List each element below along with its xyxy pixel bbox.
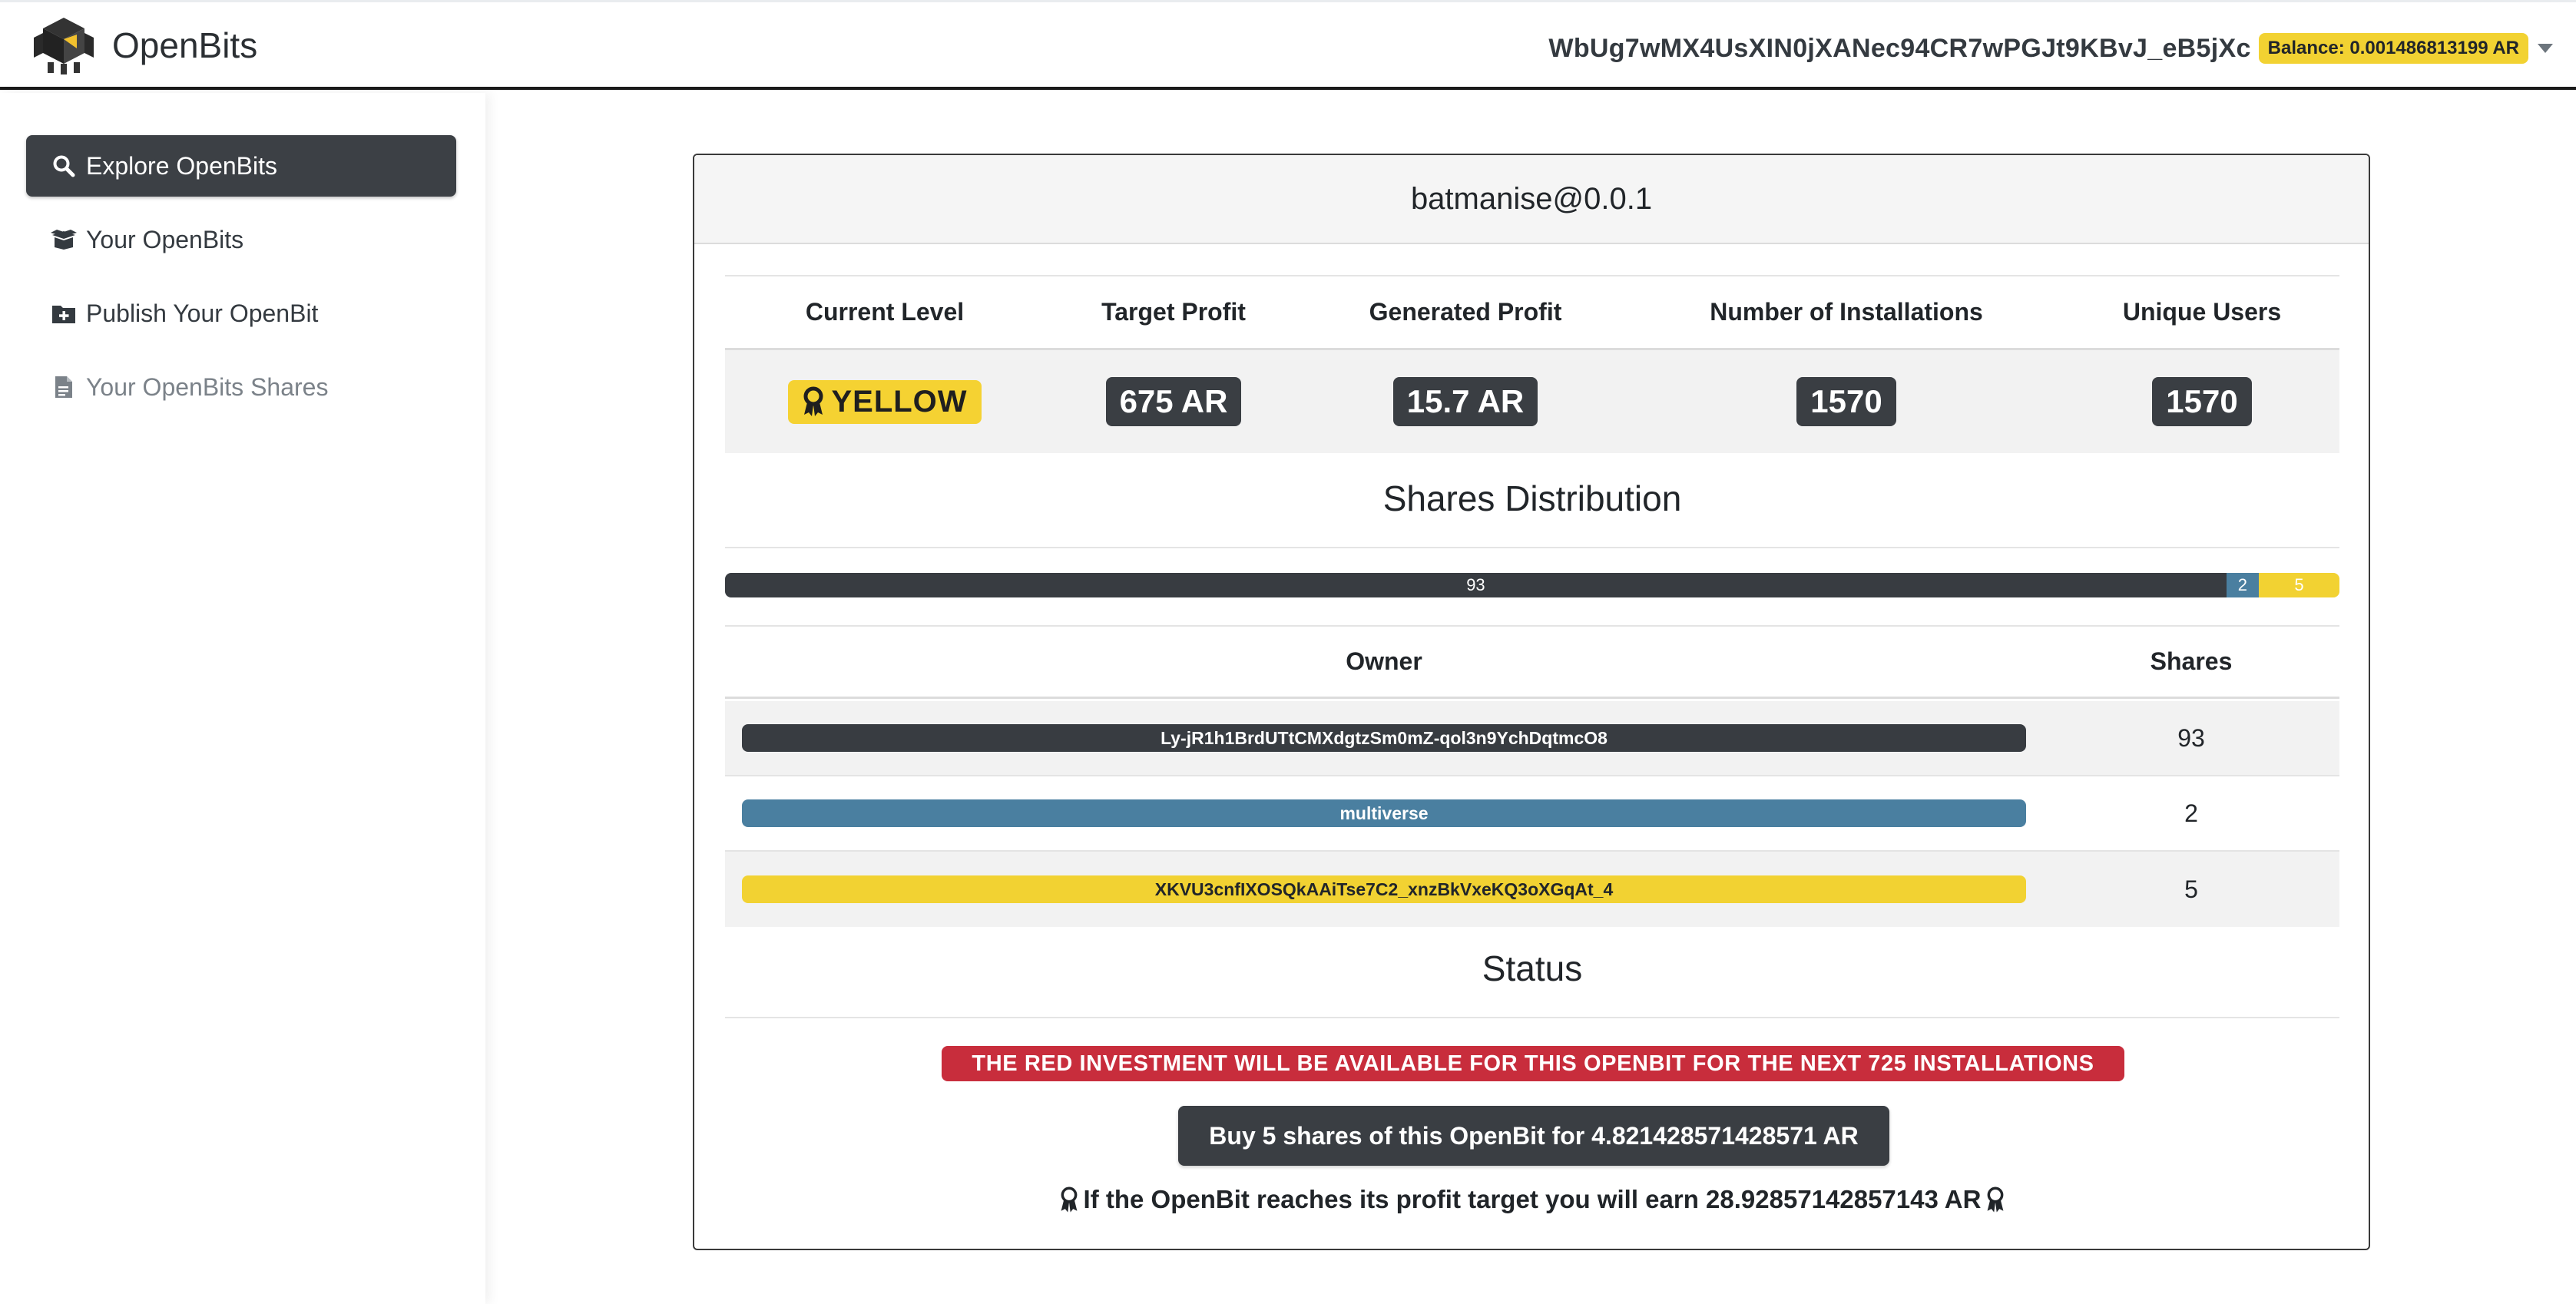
progress-segment-owner-1: 93 — [725, 573, 2227, 597]
file-icon — [51, 374, 77, 400]
owner-badge[interactable]: XKVU3cnfIXOSQkAAiTse7C2_xnzBkVxeKQ3oXGqA… — [742, 875, 2026, 903]
card-title: batmanise@0.0.1 — [694, 155, 2369, 244]
owner-column-header: Owner — [1346, 647, 1422, 675]
stats-header-installations: Number of Installations — [1710, 298, 1983, 326]
chevron-down-icon[interactable] — [2538, 44, 2553, 53]
award-icon — [1061, 1187, 1077, 1213]
openbit-detail-card: batmanise@0.0.1 Current Level Target Pro… — [693, 154, 2370, 1250]
red-investment-alert: THE RED INVESTMENT WILL BE AVAILABLE FOR… — [942, 1046, 2124, 1081]
wallet-address: WbUg7wMX4UsXIN0jXANec94CR7wPGJt9KBvJ_eB5… — [1548, 33, 2251, 63]
sidebar: Explore OpenBits Your OpenBits Publish Y… — [0, 93, 485, 1304]
level-label: YELLOW — [831, 384, 968, 419]
table-row: XKVU3cnfIXOSQkAAiTse7C2_xnzBkVxeKQ3oXGqA… — [725, 852, 2339, 927]
divider — [725, 1017, 2339, 1018]
buy-shares-button[interactable]: Buy 5 shares of this OpenBit for 4.82142… — [1178, 1106, 1889, 1166]
shares-cell: 93 — [2177, 723, 2205, 752]
balance-badge: Balance: 0.001486813199 AR — [2258, 33, 2528, 64]
progress-segment-owner-3: 5 — [2258, 573, 2339, 597]
shares-distribution-title: Shares Distribution — [1382, 478, 1682, 518]
account-menu[interactable]: WbUg7wMX4UsXIN0jXANec94CR7wPGJt9KBvJ_eB5… — [1548, 27, 2553, 70]
award-icon — [803, 386, 823, 416]
generated-profit-badge: 15.7 AR — [1392, 377, 1538, 426]
stats-header-unique-users: Unique Users — [2122, 298, 2282, 326]
sidebar-item-label: Your OpenBits — [86, 225, 244, 253]
search-icon — [51, 153, 77, 179]
box-open-icon — [51, 227, 77, 253]
divider — [725, 547, 2339, 548]
shares-cell: 2 — [2184, 799, 2198, 827]
table-row: multiverse 2 — [725, 776, 2339, 852]
shares-column-header: Shares — [2150, 647, 2233, 675]
sidebar-item-openbits-shares[interactable]: Your OpenBits Shares — [26, 356, 456, 418]
folder-plus-icon — [51, 300, 77, 326]
shares-cell: 5 — [2184, 875, 2198, 903]
openbits-logo-icon — [34, 18, 94, 74]
owner-badge[interactable]: Ly-jR1h1BrdUTtCMXdgtzSm0mZ-qol3n9YchDqtm… — [742, 724, 2026, 752]
status-title: Status — [1482, 948, 1583, 988]
installations-badge: 1570 — [1796, 377, 1896, 426]
top-navbar: OpenBits WbUg7wMX4UsXIN0jXANec94CR7wPGJt… — [0, 2, 2576, 90]
owner-badge[interactable]: multiverse — [742, 799, 2026, 827]
progress-segment-owner-2: 2 — [2226, 573, 2259, 597]
brand[interactable]: OpenBits — [31, 15, 257, 76]
brand-name: OpenBits — [112, 25, 258, 65]
sidebar-item-your-openbits[interactable]: Your OpenBits — [26, 209, 456, 270]
earnings-note: If the OpenBit reaches its profit target… — [725, 1178, 2339, 1221]
sidebar-item-explore-openbits[interactable]: Explore OpenBits — [26, 135, 456, 197]
stats-header-generated-profit: Generated Profit — [1369, 298, 1562, 326]
unique-users-badge: 1570 — [2152, 377, 2252, 426]
stats-header-target-profit: Target Profit — [1101, 298, 1246, 326]
level-badge: YELLOW — [788, 379, 982, 424]
owners-table-header: Owner Shares — [725, 625, 2339, 699]
earnings-text: If the OpenBit reaches its profit target… — [1083, 1185, 1982, 1213]
sidebar-item-label: Publish Your OpenBit — [86, 299, 319, 327]
sidebar-item-label: Explore OpenBits — [86, 151, 278, 180]
stats-values-row: YELLOW 675 AR 15.7 AR 1570 1570 — [725, 350, 2339, 453]
target-profit-badge: 675 AR — [1105, 377, 1242, 426]
sidebar-item-publish-openbit[interactable]: Publish Your OpenBit — [26, 283, 456, 344]
award-icon — [1988, 1187, 2004, 1213]
stats-header-row: Current Level Target Profit Generated Pr… — [725, 275, 2339, 350]
shares-progress-bar: 93 2 5 — [725, 573, 2339, 597]
table-row: Ly-jR1h1BrdUTtCMXdgtzSm0mZ-qol3n9YchDqtm… — [725, 701, 2339, 776]
stats-header-current-level: Current Level — [805, 298, 965, 326]
sidebar-item-label: Your OpenBits Shares — [86, 372, 329, 401]
